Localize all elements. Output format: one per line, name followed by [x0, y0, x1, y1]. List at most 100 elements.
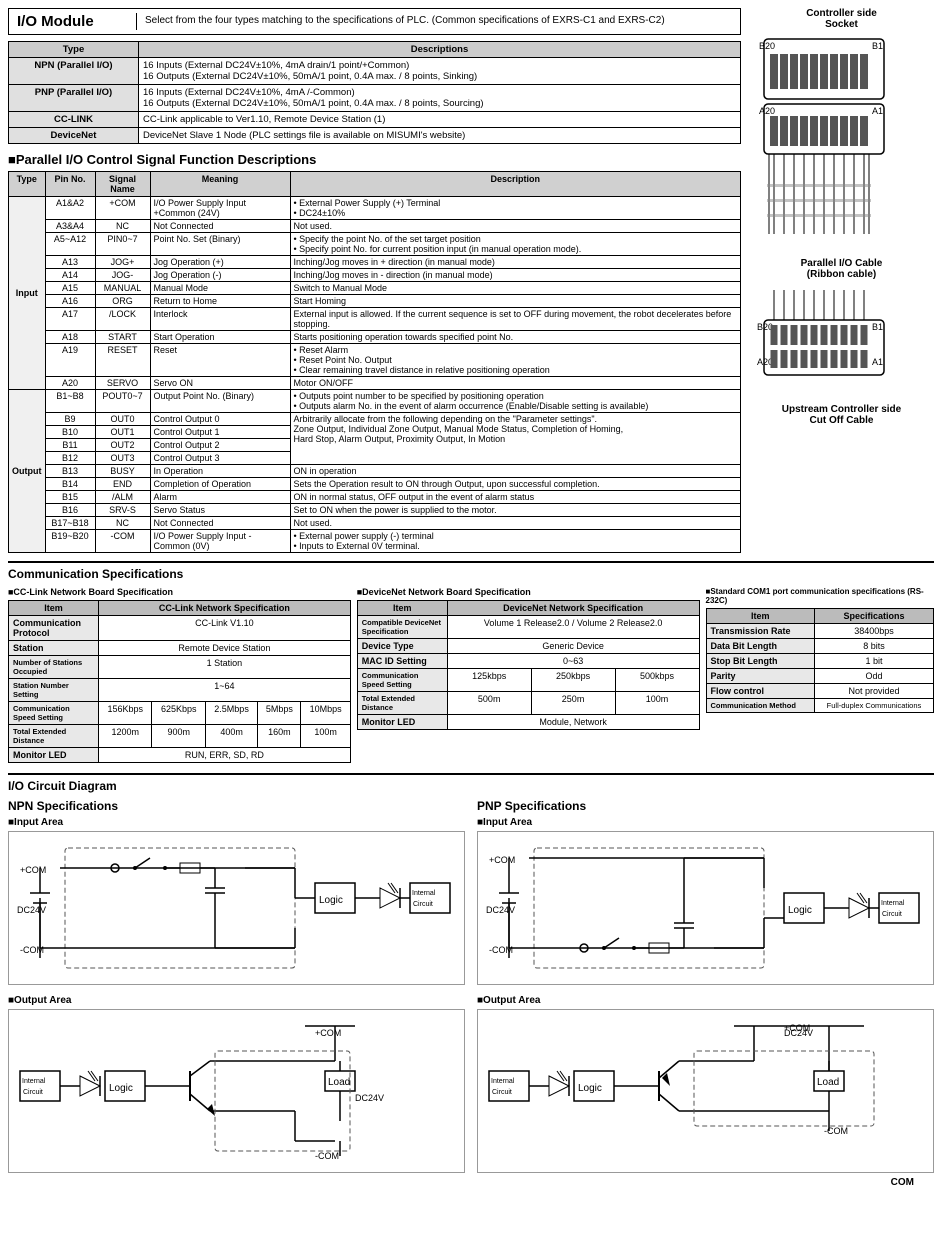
rs232-table: Item Specifications Transmission Rate 38…	[706, 608, 935, 713]
npn-row: NPN (Parallel I/O) 16 Inputs (External D…	[9, 58, 741, 85]
svg-text:Circuit: Circuit	[492, 1089, 512, 1096]
npn-input-diagram: +COM DC24V -COM	[8, 831, 465, 985]
svg-text:+COM: +COM	[20, 865, 46, 875]
controller-socket-diagram: B20 B1 A20 A1	[754, 34, 929, 254]
svg-text:Internal: Internal	[881, 900, 905, 907]
npn-input-svg: +COM DC24V -COM	[15, 838, 455, 978]
npn-type: NPN (Parallel I/O)	[9, 58, 139, 85]
input-row-7: A16 ORG Return to Home Start Homing	[9, 295, 741, 308]
input-row-4: A13 JOG+ Jog Operation (+) Inching/Jog m…	[9, 256, 741, 269]
pnp-input-diagram: +COM DC24V -COM	[477, 831, 934, 985]
io-module-desc: Select from the four types matching to t…	[145, 13, 665, 28]
th-pin: Pin No.	[45, 172, 95, 197]
output-row-2: B9 OUT0 Control Output 0 Arbitrarily all…	[9, 413, 741, 426]
th-desc: Description	[290, 172, 741, 197]
circuit-title: I/O Circuit Diagram	[8, 779, 934, 793]
devicenet-desc: DeviceNet Slave 1 Node (PLC settings fil…	[139, 128, 741, 144]
npn-output-svg: Internal Circuit Logic	[15, 1016, 455, 1166]
io-module-header: I/O Module Select from the four types ma…	[8, 8, 741, 35]
io-type-table: Type Descriptions NPN (Parallel I/O) 16 …	[8, 41, 741, 144]
desc-com: • External Power Supply (+) Terminal• DC…	[290, 197, 741, 220]
cclink-item-header: Item	[9, 601, 99, 616]
input-row-1: Input A1&A2 +COM I/O Power Supply Input …	[9, 197, 741, 220]
rs232-item-header: Item	[706, 609, 814, 624]
parallel-cable-label: Parallel I/O Cable(Ribbon cable)	[801, 258, 883, 280]
input-row-11: A20 SERVO Servo ON Motor ON/OFF	[9, 377, 741, 390]
svg-text:Logic: Logic	[788, 905, 812, 916]
comm-specs-title: Communication Specifications	[8, 567, 934, 581]
pnp-specs: PNP Specifications ■Input Area +COM DC24…	[477, 799, 934, 1173]
svg-text:Circuit: Circuit	[882, 911, 902, 918]
th-signal: Signal Name	[95, 172, 150, 197]
type-col-header: Type	[9, 42, 139, 58]
pnp-output-svg: Internal Circuit Logic	[484, 1016, 924, 1166]
parallel-io-table: Type Pin No. Signal Name Meaning Descrip…	[8, 171, 741, 553]
signal-com: +COM	[95, 197, 150, 220]
rs232-title: ■Standard COM1 port communication specif…	[706, 587, 935, 605]
svg-text:Circuit: Circuit	[413, 901, 433, 908]
bottom-com-text: COM	[8, 1177, 934, 1188]
svg-text:A1: A1	[872, 357, 883, 367]
pnp-input-title: ■Input Area	[477, 817, 934, 828]
input-row-10: A19 RESET Reset • Reset Alarm• Reset Poi…	[9, 344, 741, 377]
pnp-output-diagram: Internal Circuit Logic	[477, 1009, 934, 1173]
pin-a1a2: A1&A2	[45, 197, 95, 220]
npn-output-diagram: Internal Circuit Logic	[8, 1009, 465, 1173]
comm-specs-section: Communication Specifications ■CC-Link Ne…	[8, 561, 934, 763]
output-row-7: B14 END Completion of Operation Sets the…	[9, 478, 741, 491]
npn-desc: 16 Inputs (External DC24V±10%, 4mA drain…	[139, 58, 741, 85]
cclink-section: ■CC-Link Network Board Specification Ite…	[8, 587, 351, 763]
th-meaning: Meaning	[150, 172, 290, 197]
svg-text:Logic: Logic	[109, 1083, 133, 1094]
cclink-row: CC-LINK CC-Link applicable to Ver1.10, R…	[9, 112, 741, 128]
svg-text:+COM: +COM	[784, 1023, 810, 1033]
svg-text:DC24V: DC24V	[486, 905, 515, 915]
dn-item-header: Item	[357, 601, 447, 616]
svg-text:DC24V: DC24V	[355, 1093, 384, 1103]
svg-text:B1: B1	[872, 322, 883, 332]
rs232-section: ■Standard COM1 port communication specif…	[706, 587, 935, 713]
input-row-6: A15 MANUAL Manual Mode Switch to Manual …	[9, 282, 741, 295]
devicenet-row: DeviceNet DeviceNet Slave 1 Node (PLC se…	[9, 128, 741, 144]
page-container: I/O Module Select from the four types ma…	[0, 0, 942, 1196]
io-module-title: I/O Module	[17, 13, 137, 30]
svg-text:B20: B20	[759, 41, 775, 51]
svg-text:A20: A20	[759, 106, 775, 116]
devicenet-title: ■DeviceNet Network Board Specification	[357, 587, 700, 597]
output-row-11: B19~B20 -COM I/O Power Supply Input -Com…	[9, 530, 741, 553]
upstream-controller-label: Upstream Controller sideCut Off Cable	[782, 404, 901, 426]
svg-text:A1: A1	[872, 106, 883, 116]
svg-text:B1: B1	[872, 41, 883, 51]
pnp-title: PNP Specifications	[477, 799, 934, 813]
npn-output-title: ■Output Area	[8, 995, 465, 1006]
cclink-spec-header: CC-Link Network Specification	[99, 601, 351, 616]
svg-text:+COM: +COM	[315, 1028, 341, 1038]
pnp-input-svg: +COM DC24V -COM	[484, 838, 924, 978]
controller-socket-title: Controller sideSocket	[806, 8, 877, 30]
output-group-label: Output	[9, 390, 46, 553]
parallel-io-title: ■Parallel I/O Control Signal Function De…	[8, 152, 741, 167]
meaning-com: I/O Power Supply Input +Common (24V)	[150, 197, 290, 220]
rs232-spec-header: Specifications	[814, 609, 933, 624]
input-row-8: A17 /LOCK Interlock External input is al…	[9, 308, 741, 331]
svg-text:Load: Load	[817, 1077, 839, 1088]
npn-title: NPN Specifications	[8, 799, 465, 813]
svg-text:Circuit: Circuit	[23, 1089, 43, 1096]
output-row-8: B15 /ALM Alarm ON in normal status, OFF …	[9, 491, 741, 504]
pnp-output-title: ■Output Area	[477, 995, 934, 1006]
cclink-table: Item CC-Link Network Specification Commu…	[8, 600, 351, 763]
pnp-desc: 16 Inputs (External DC24V±10%, 4mA /-Com…	[139, 85, 741, 112]
cclink-type: CC-LINK	[9, 112, 139, 128]
svg-text:Internal: Internal	[491, 1078, 515, 1085]
devicenet-type: DeviceNet	[9, 128, 139, 144]
output-row-9: B16 SRV-S Servo Status Set to ON when th…	[9, 504, 741, 517]
svg-text:+COM: +COM	[489, 855, 515, 865]
input-group-label: Input	[9, 197, 46, 390]
devicenet-table: Item DeviceNet Network Specification Com…	[357, 600, 700, 730]
output-row-6: B13 BUSY In Operation ON in operation	[9, 465, 741, 478]
npn-specs: NPN Specifications ■Input Area +COM DC24…	[8, 799, 465, 1173]
pnp-row: PNP (Parallel I/O) 16 Inputs (External D…	[9, 85, 741, 112]
svg-text:DC24V: DC24V	[17, 905, 46, 915]
output-row-1: Output B1~B8 POUT0~7 Output Point No. (B…	[9, 390, 741, 413]
svg-text:Logic: Logic	[578, 1083, 602, 1094]
